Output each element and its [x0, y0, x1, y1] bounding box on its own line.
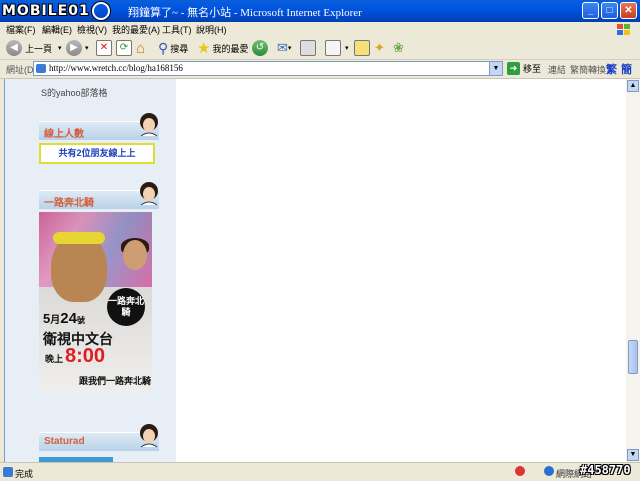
page-icon: [36, 64, 46, 73]
mobile01-logo: MOBILE01: [2, 1, 110, 21]
maximize-button[interactable]: □: [601, 2, 618, 19]
back-arrow-icon: ◀: [6, 40, 22, 56]
poster-time: 8:00: [65, 345, 106, 367]
messenger-button[interactable]: ✦: [374, 39, 385, 57]
edit-page-icon: [325, 40, 341, 56]
poster-date: 5月24號: [43, 310, 85, 327]
internet-zone-icon: [544, 466, 554, 476]
stop-button[interactable]: ✕: [96, 39, 112, 57]
print-button[interactable]: [300, 39, 316, 57]
poster-evening: 晚上: [45, 354, 64, 364]
menu-view[interactable]: 檢視(V): [77, 23, 107, 36]
messenger-icon: ✦: [374, 40, 385, 55]
history-button[interactable]: ↺: [252, 39, 271, 57]
stop-icon: ✕: [96, 40, 112, 56]
go-arrow-icon: ➜: [507, 62, 520, 75]
address-dropdown-icon[interactable]: ▼: [489, 62, 502, 75]
avatar-icon: [140, 113, 158, 137]
home-icon: ⌂: [136, 39, 146, 57]
scroll-up-icon[interactable]: ▲: [627, 80, 639, 92]
discuss-button[interactable]: [354, 39, 370, 57]
mail-icon: ✉: [277, 40, 288, 55]
printer-icon: [300, 40, 316, 56]
title-bar[interactable]: MOBILE01 翔鐘算了~ - 無名小站 - Microsoft Intern…: [0, 0, 640, 22]
refresh-icon: ⟳: [116, 40, 132, 56]
forward-button[interactable]: ▶ ▾: [66, 39, 89, 57]
windows-flag-icon: [617, 24, 630, 35]
poster-headband: [53, 232, 105, 244]
status-page-icon: [3, 467, 13, 477]
search-button[interactable]: ⚲ 搜尋: [158, 39, 188, 57]
convert-button[interactable]: 繁簡轉換: [570, 63, 606, 76]
logo-eye-icon: [91, 2, 110, 20]
window-title: 翔鐘算了~ - 無名小站 - Microsoft Internet Explor…: [128, 7, 362, 19]
traditional-button[interactable]: 繁: [606, 61, 617, 77]
promo-header: 一路奔北騎: [39, 182, 159, 209]
home-button[interactable]: ⌂: [136, 39, 145, 57]
back-button[interactable]: ◀ 上一頁 ▾: [6, 39, 62, 57]
staturad-title: Staturad: [44, 436, 85, 447]
edit-button[interactable]: ▾: [325, 39, 349, 57]
mail-button[interactable]: ✉ ▾: [277, 39, 291, 57]
promo-title: 一路奔北騎: [44, 198, 94, 209]
page-content: S的yahoo部落格 線上人數 共有2位朋友線上上 一路奔北騎 一路奔北騎 5月…: [4, 79, 627, 462]
tv-promo-poster[interactable]: 一路奔北騎 5月24號 衛視中文台 晚上 8:00 跟我們一路奔北騎: [39, 212, 152, 393]
favorites-button[interactable]: ★ 我的最愛: [197, 39, 248, 57]
status-bar: 完成 網際網路: [0, 462, 640, 481]
scroll-down-icon[interactable]: ▼: [627, 449, 639, 461]
address-bar: 網址(D) http://www.wretch.cc/blog/ha168156…: [0, 60, 640, 79]
menu-edit[interactable]: 編輯(E): [42, 23, 72, 36]
menu-file[interactable]: 檔案(F): [6, 23, 36, 36]
staturad-header: Staturad: [39, 424, 159, 451]
address-input[interactable]: http://www.wretch.cc/blog/ha168156 ▼: [33, 61, 503, 76]
address-url: http://www.wretch.cc/blog/ha168156: [49, 63, 183, 73]
online-count: 共有2位朋友線上上: [39, 143, 155, 164]
menu-help[interactable]: 說明(H): [196, 23, 227, 36]
blog-sidebar: S的yahoo部落格 線上人數 共有2位朋友線上上 一路奔北騎 一路奔北騎 5月…: [5, 79, 176, 462]
close-button[interactable]: ✕: [620, 2, 637, 19]
forward-arrow-icon: ▶: [66, 40, 82, 56]
menu-favorites[interactable]: 我的最愛(A): [112, 23, 160, 36]
minimize-button[interactable]: _: [582, 2, 599, 19]
poster-woman: [123, 240, 147, 270]
vertical-scrollbar[interactable]: [626, 79, 640, 462]
search-icon: ⚲: [158, 39, 169, 56]
star-icon: ★: [197, 40, 211, 57]
research-icon: ❀: [393, 40, 404, 55]
online-count-header: 線上人數: [39, 113, 159, 140]
toolbar: ◀ 上一頁 ▾ ▶ ▾ ✕ ⟳ ⌂ ⚲ 搜尋 ★ 我的最愛 ↺ ✉ ▾ ▾ ✦ ❀: [0, 37, 640, 60]
research-button[interactable]: ❀: [393, 39, 404, 57]
notes-icon: [354, 40, 370, 56]
links-button[interactable]: 連結: [548, 63, 566, 76]
scroll-thumb[interactable]: [628, 340, 638, 374]
menu-bar: 檔案(F) 編輯(E) 檢視(V) 我的最愛(A) 工具(T) 說明(H): [0, 22, 640, 38]
address-label: 網址(D): [6, 65, 37, 75]
refresh-button[interactable]: ⟳: [116, 39, 132, 57]
online-count-title: 線上人數: [44, 129, 84, 140]
menu-tools[interactable]: 工具(T): [162, 23, 192, 36]
simplified-button[interactable]: 簡: [621, 61, 632, 77]
status-text: 完成: [15, 469, 34, 479]
watermark: #458770: [580, 463, 631, 477]
history-icon: ↺: [252, 40, 268, 56]
poster-tagline: 跟我們一路奔北騎: [79, 376, 152, 386]
poster-logo-bubble: 一路奔北騎: [107, 288, 145, 326]
security-icon: [515, 466, 525, 476]
avatar-icon: [140, 424, 158, 448]
yahoo-blog-text[interactable]: S的yahoo部落格: [41, 86, 108, 99]
go-button[interactable]: ➜ 移至: [507, 62, 541, 75]
avatar-icon: [140, 182, 158, 206]
